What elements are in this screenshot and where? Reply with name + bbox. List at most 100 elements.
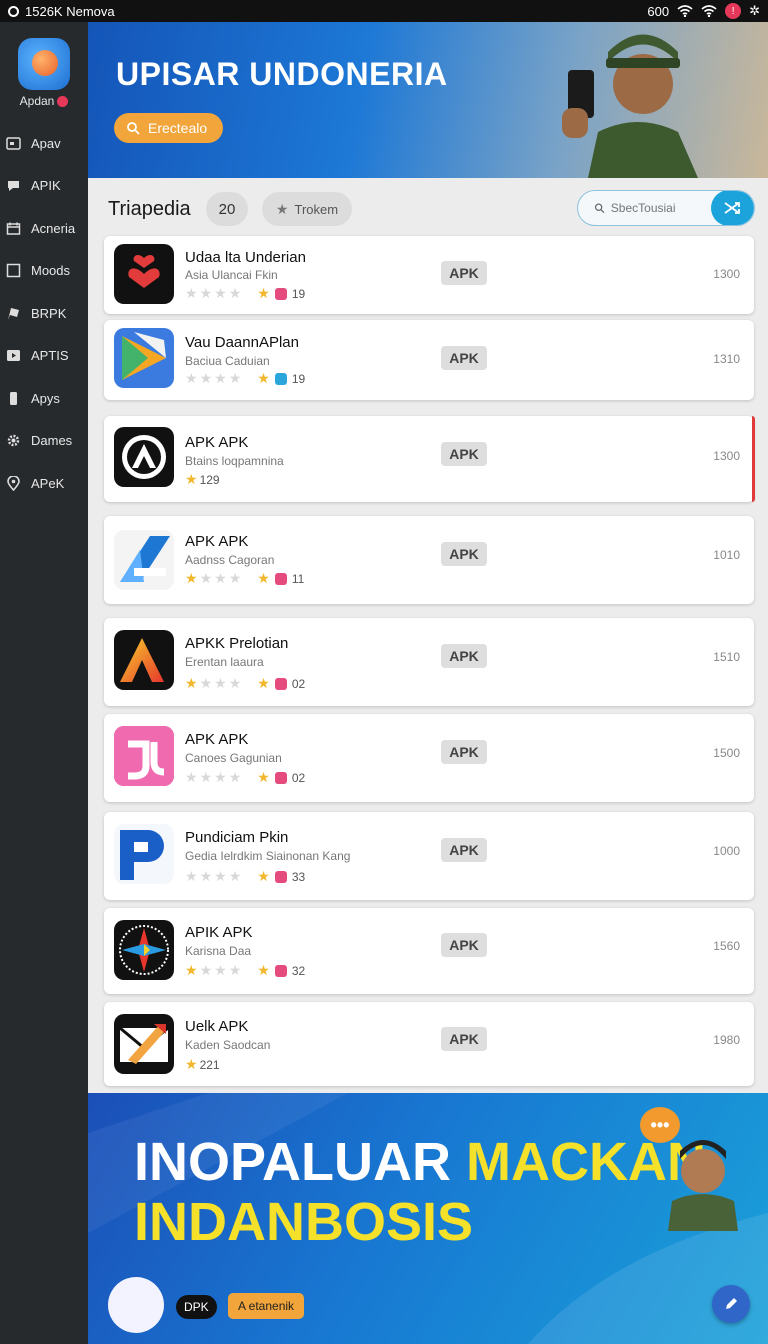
triangle-app-icon — [114, 530, 174, 590]
app-card[interactable]: APK APK Btains loqpamnina ★ 129 APK 1300 — [104, 416, 755, 502]
sidebar-item-label: APTIS — [31, 348, 69, 364]
app-size: 1300 — [713, 449, 740, 463]
apk-badge[interactable]: APK — [441, 933, 487, 957]
apk-badge[interactable]: APK — [441, 644, 487, 668]
sidebar-item-apik[interactable]: APIK — [0, 165, 88, 208]
officer-portrait — [668, 1140, 738, 1231]
sidebar-item-label: Apys — [31, 390, 60, 406]
apk-badge[interactable]: APK — [441, 346, 487, 370]
star-icon: ★ — [228, 370, 242, 386]
mascot-avatar[interactable] — [108, 1277, 164, 1333]
app-subtitle: Btains loqpamnina — [185, 454, 284, 468]
count-chip[interactable]: 20 — [206, 192, 248, 226]
app-rating: ★ ★ ★ ★ ★ 32 — [185, 962, 305, 979]
star-icon: ★ — [257, 675, 270, 691]
rating-count: 32 — [291, 963, 306, 978]
app-rating: ★ 129 — [185, 471, 220, 488]
app-name: Vau DaannAPlan — [185, 334, 299, 351]
star-icon: ★ — [214, 285, 227, 301]
section-heading: Triapedia — [108, 198, 191, 220]
banner-tag-orange[interactable]: A etanenik — [228, 1293, 305, 1319]
star-icon: ★ — [199, 868, 213, 884]
app-rating: ★ ★ ★ ★ ★ 19 — [185, 285, 305, 302]
app-logo[interactable] — [18, 38, 70, 90]
app-rating: ★ 221 — [185, 1056, 220, 1073]
apk-badge[interactable]: APK — [441, 740, 487, 764]
status-left-text: 1526K Nemova — [25, 3, 115, 19]
status-right-text: 600 — [647, 3, 670, 19]
app-name: Pundiciam Pkin — [185, 829, 289, 846]
apk-badge[interactable]: APK — [441, 1027, 487, 1051]
star-icon: ★ — [257, 370, 270, 386]
sidebar-item-apys[interactable]: Apys — [0, 377, 88, 420]
sidebar-item-aptis[interactable]: APTIS — [0, 335, 88, 378]
pink-g-app-icon — [114, 726, 174, 786]
app-card[interactable]: Pundiciam Pkin Gedia Ielrdkim Siainonan … — [104, 812, 754, 900]
badge-icon — [274, 870, 287, 883]
notification-icon[interactable]: ! — [725, 3, 742, 19]
rating-count: 19 — [291, 286, 306, 301]
hero-button[interactable]: Erectealo — [114, 113, 224, 143]
apk-badge[interactable]: APK — [441, 542, 487, 566]
apk-badge[interactable]: APK — [441, 261, 487, 285]
a-logo-app-icon — [114, 427, 174, 487]
app-name: Udaa lta Underian — [185, 249, 306, 266]
star-icon: ★ — [214, 769, 227, 785]
star-icon: ★ — [185, 675, 198, 691]
sidebar-item-label: Apav — [31, 135, 61, 151]
app-card[interactable]: APK APK Aadnss Cagoran ★ ★ ★ ★ ★ 11 APK 101… — [104, 516, 754, 604]
app-size: 1310 — [713, 352, 740, 366]
rating-count: 02 — [291, 770, 306, 785]
app-rating: ★ ★ ★ ★ ★ 11 — [185, 570, 304, 587]
app-card[interactable]: Vau DaannAPlan Baciua Caduian ★ ★ ★ ★ ★ 19 … — [104, 320, 754, 400]
banner-headline: INOPALUAR MACKAN — [134, 1131, 706, 1193]
tablet-icon — [6, 137, 21, 150]
app-size: 1010 — [713, 548, 740, 562]
app-card[interactable]: APK APK Canoes Gagunian ★ ★ ★ ★ ★ 02 APK 15… — [104, 714, 754, 802]
app-card[interactable]: APIK APK Karisna Daa ★ ★ ★ ★ ★ 32 APK 1560 — [104, 908, 754, 994]
app-name: APKK Prelotian — [185, 635, 289, 652]
app-card[interactable]: Uelk APK Kaden Saodcan ★ 221 APK 1980 — [104, 1002, 754, 1086]
search-button[interactable] — [710, 191, 754, 225]
search-icon — [594, 203, 605, 214]
mail-app-icon — [114, 1014, 174, 1074]
heart-app-icon — [114, 244, 174, 304]
star-icon: ★ — [199, 570, 213, 586]
app-card[interactable]: APKK Prelotian Erentan laaura ★ ★ ★ ★ ★ 02 … — [104, 618, 754, 706]
banner-tag-dark[interactable]: DPK — [176, 1295, 217, 1319]
star-icon: ★ — [185, 1056, 198, 1072]
star-icon: ★ — [257, 962, 270, 978]
phone-icon — [10, 391, 17, 405]
settings-icon[interactable]: ✲ — [749, 3, 760, 19]
sidebar-item-label: Dames — [31, 433, 73, 449]
app-subtitle: Aadnss Cagoran — [185, 553, 275, 567]
app-subtitle: Erentan laaura — [185, 655, 264, 669]
app-rating: ★ ★ ★ ★ ★ 02 — [185, 675, 305, 692]
rating-count: 11 — [291, 571, 305, 586]
sidebar-item-moods[interactable]: Moods — [0, 250, 88, 293]
brand: Apdan — [0, 94, 88, 108]
badge-dot — [57, 96, 69, 108]
sidebar-item-apek[interactable]: APeK — [0, 462, 88, 505]
filter-chip[interactable]: ★ Trokem — [262, 192, 352, 226]
star-icon: ★ — [275, 200, 289, 217]
sidebar-item-dames[interactable]: Dames — [0, 420, 88, 463]
sidebar-item-brpk[interactable]: BRPK — [0, 292, 88, 335]
app-rating: ★ ★ ★ ★ ★ 33 — [185, 868, 305, 885]
search-box[interactable] — [577, 190, 755, 226]
search-input[interactable] — [610, 201, 711, 215]
edit-fab[interactable] — [712, 1285, 750, 1323]
badge-icon — [274, 287, 287, 300]
sidebar-item-apav[interactable]: Apav — [0, 122, 88, 165]
star-icon: ★ — [228, 675, 242, 691]
apk-badge[interactable]: APK — [441, 838, 487, 862]
app-rating: ★ ★ ★ ★ ★ 19 — [185, 370, 305, 387]
promo-banner[interactable]: INOPALUAR MACKAN INDANBOSIS ••• DPK A et… — [88, 1093, 768, 1344]
sidebar-item-acneria[interactable]: Acneria — [0, 207, 88, 250]
banner-headline-part1: INOPALUAR — [134, 1132, 451, 1192]
apk-badge[interactable]: APK — [441, 442, 487, 466]
app-card[interactable]: Udaa lta Underian Asia Ulancai Fkin ★ ★ ★ ★… — [104, 236, 754, 314]
star-icon: ★ — [257, 868, 270, 884]
star-icon: ★ — [199, 962, 213, 978]
sidebar-item-label: BRPK — [31, 305, 67, 321]
